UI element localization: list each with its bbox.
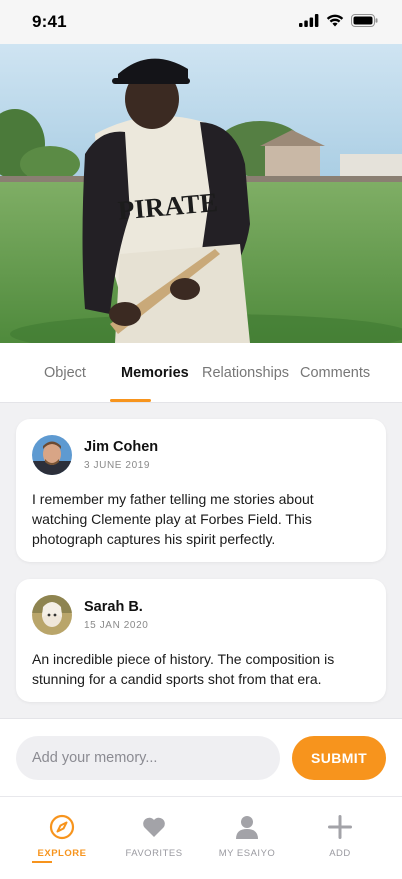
memory-input[interactable] [16, 736, 280, 780]
hero-photo: PIRATE [0, 44, 402, 343]
status-icons [299, 14, 378, 27]
tab-object[interactable]: Object [44, 365, 86, 381]
active-tab-indicator [110, 399, 151, 402]
memory-author[interactable]: Jim Cohen [84, 439, 158, 455]
battery-icon [351, 14, 378, 27]
status-time: 9:41 [32, 12, 67, 31]
plus-icon [328, 815, 352, 839]
memory-text: I remember my father telling me stories … [32, 491, 314, 547]
tabbar-label: ADD [329, 848, 351, 859]
detail-tabs: Object Memories Relationships Comments [0, 343, 402, 403]
memory-text: An incredible piece of history. The comp… [32, 651, 335, 687]
user-icon [236, 816, 258, 839]
wifi-icon [326, 14, 344, 27]
tab-comments[interactable]: Comments [300, 365, 370, 381]
memory-card: Jim Cohen 3 JUNE 2019 I remember my fath… [16, 419, 386, 562]
active-tabbar-indicator [32, 861, 52, 863]
memory-date: 3 JUNE 2019 [84, 460, 151, 471]
memory-author[interactable]: Sarah B. [84, 599, 143, 615]
memory-date: 15 JAN 2020 [84, 620, 149, 631]
avatar[interactable] [32, 595, 72, 635]
memory-card: Sarah B. 15 JAN 2020 An incredible piece… [16, 579, 386, 702]
status-bar: 9:41 [0, 0, 402, 44]
tabbar-label: MY ESAIYO [218, 848, 276, 859]
cellular-signal-icon [299, 14, 319, 27]
tab-relationships[interactable]: Relationships [202, 365, 289, 381]
heart-icon [143, 817, 165, 837]
submit-button[interactable]: SUBMIT [292, 736, 386, 780]
memory-composer: SUBMIT [0, 718, 402, 796]
tabbar-my-esaiyo[interactable]: MY ESAIYO [201, 797, 293, 867]
tab-memories[interactable]: Memories [121, 365, 189, 381]
compass-icon [49, 814, 75, 840]
avatar[interactable] [32, 435, 72, 475]
bottom-tab-bar: EXPLORE FAVORITES MY ESAIYO ADD [0, 796, 402, 879]
tabbar-label: FAVORITES [125, 848, 183, 859]
baseball-player-photo: PIRATE [0, 44, 402, 343]
tabbar-add[interactable]: ADD [294, 797, 386, 867]
tabbar-favorites[interactable]: FAVORITES [108, 797, 200, 867]
tabbar-label: EXPLORE [37, 848, 87, 859]
tabbar-explore[interactable]: EXPLORE [16, 797, 108, 867]
